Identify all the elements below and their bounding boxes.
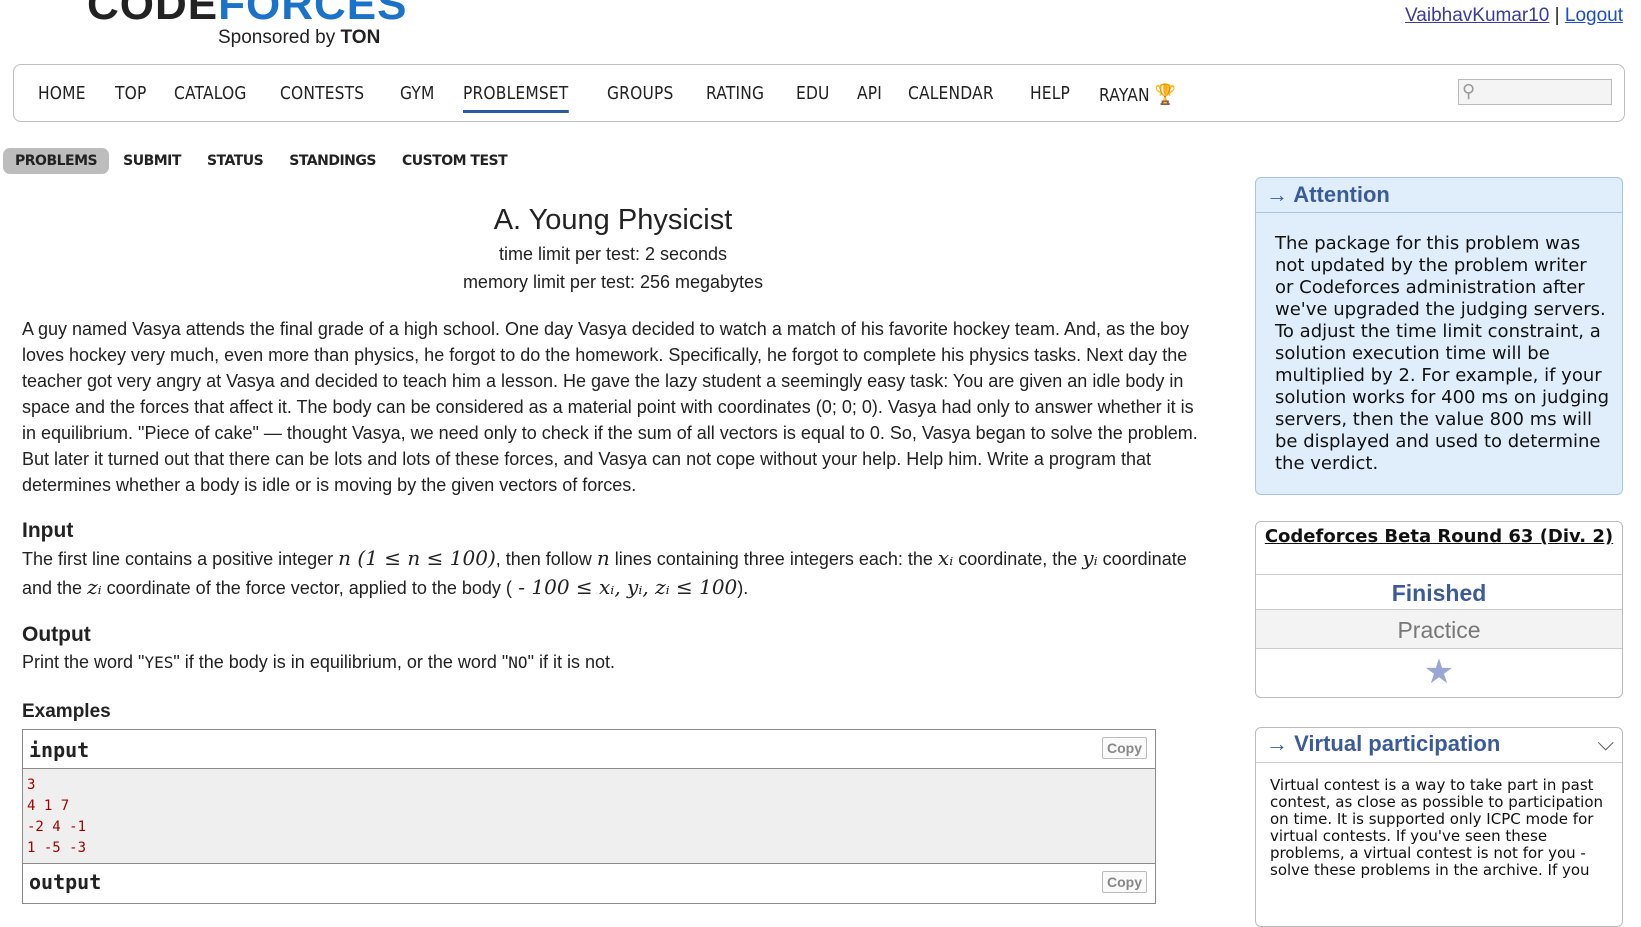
codeforces-logo[interactable]: CODEFORCES Sponsored by TON [18, 0, 406, 49]
search-icon: ⚲ [1462, 81, 1476, 101]
tab-custom-test[interactable]: CUSTOM TEST [390, 148, 519, 174]
menu-item-top[interactable]: TOP [115, 82, 146, 113]
user-links: VaibhavKumar10 | Logout [1405, 5, 1623, 27]
output-yes: YES [144, 653, 174, 672]
virtual-participation-title: → Virtual participation [1266, 731, 1501, 756]
menu-item-calendar[interactable]: CALENDAR [908, 82, 994, 113]
input-text-1: The first line contains a positive integ… [22, 549, 339, 569]
sample-input-label: input [29, 738, 90, 762]
problem-legend: A guy named Vasya attends the final grad… [22, 319, 1198, 495]
round-name-link[interactable]: Codeforces Beta Round 63 (Div. 2) [1256, 522, 1622, 547]
input-specification: The first line contains a positive integ… [22, 544, 1204, 602]
output-text-3: " if it is not. [527, 652, 615, 672]
favourite-star-icon[interactable]: ★ [1424, 653, 1454, 691]
attention-text: The package for this problem was not upd… [1275, 233, 1610, 474]
input-math-2: n [596, 546, 610, 570]
input-text-6: coordinate of the force vector, applied … [101, 578, 512, 598]
menu-item-gym[interactable]: GYM [400, 82, 435, 113]
sample-output-block: output Copy [22, 864, 1156, 904]
sponsor-line: Sponsored by TON [218, 27, 380, 49]
input-text-3: lines containing three integers each: th… [609, 549, 938, 569]
menu-item-catalog[interactable]: CATALOG [174, 82, 247, 113]
logo-word-forces: FORCES [218, 0, 408, 29]
time-limit: time limit per test: 2 seconds [498, 244, 728, 264]
output-specification: Print the word "YES" if the body is in e… [22, 648, 1204, 677]
tab-problems[interactable]: PROBLEMS [3, 148, 110, 174]
tab-standings[interactable]: STANDINGS [277, 148, 388, 174]
menu-item-rating[interactable]: RATING [706, 82, 764, 113]
problemset-submenu: PROBLEMS SUBMIT STATUS STANDINGS CUSTOM … [3, 148, 521, 174]
copy-output-button[interactable]: Copy [1102, 871, 1147, 893]
tab-status[interactable]: STATUS [195, 148, 275, 174]
sample-input-text[interactable]: 3 4 1 7 -2 4 -1 1 -5 -3 [23, 769, 1155, 863]
sponsor-name: TON [340, 27, 381, 48]
virtual-participation-box: → Virtual participation ⌵ Virtual contes… [1255, 727, 1623, 927]
virtual-participation-text: Virtual contest is a way to take part in… [1270, 776, 1604, 879]
menu-item-groups[interactable]: GROUPS [607, 82, 673, 113]
chevron-down-icon[interactable]: ⌵ [1597, 730, 1614, 756]
input-math-1: n (1 ≤ n ≤ 100) [338, 546, 496, 570]
tab-submit[interactable]: SUBMIT [111, 148, 193, 174]
sample-output-label: output [29, 870, 102, 894]
username-link[interactable]: VaibhavKumar10 [1405, 5, 1549, 26]
round-status: Finished [1256, 575, 1622, 610]
menu-item-rayan-label: RAYAN [1098, 85, 1150, 106]
main-menu: HOME TOP CATALOG CONTESTS GYM PROBLEMSET… [13, 64, 1625, 122]
problem-title: A. Young Physicist [493, 204, 733, 236]
attention-title: → Attention [1266, 182, 1390, 207]
input-section-title: Input [22, 519, 74, 542]
examples-title: Examples [22, 701, 111, 722]
input-text-2: , then follow [495, 549, 597, 569]
input-text-4: coordinate, the [953, 549, 1083, 569]
output-no: NO [508, 653, 528, 672]
menu-item-rayan[interactable]: RAYAN 🏆 [1099, 82, 1176, 113]
sample-input-block: input Copy 3 4 1 7 -2 4 -1 1 -5 -3 [22, 729, 1156, 864]
attention-box: → Attention The package for this problem… [1255, 177, 1623, 495]
logo-wordmark: CODEFORCES [87, 0, 407, 28]
input-text-7: ). [737, 578, 749, 598]
input-math-3: xᵢ [937, 546, 954, 570]
contest-round-box: Codeforces Beta Round 63 (Div. 2) Finish… [1255, 521, 1623, 698]
menu-item-api[interactable]: API [857, 82, 882, 113]
problem-statement: A. Young Physicist time limit per test: … [22, 200, 1204, 904]
input-math-6: - 100 ≤ xᵢ, yᵢ, zᵢ ≤ 100 [511, 575, 738, 599]
menu-item-edu[interactable]: EDU [796, 82, 830, 113]
copy-input-button[interactable]: Copy [1102, 737, 1147, 759]
menu-item-help[interactable]: HELP [1030, 82, 1070, 113]
menu-item-contests[interactable]: CONTESTS [280, 82, 364, 113]
logout-link[interactable]: Logout [1565, 5, 1623, 26]
menu-item-problemset[interactable]: PROBLEMSET [462, 82, 569, 113]
memory-limit: memory limit per test: 256 megabytes [462, 272, 764, 292]
output-section-title: Output [22, 623, 91, 646]
output-text-1: Print the word " [22, 652, 145, 672]
output-text-2: " if the body is in equilibrium, or the … [173, 652, 509, 672]
logo-word-code: CODE [87, 0, 219, 29]
input-math-4: yᵢ [1082, 546, 1098, 570]
menu-item-home[interactable]: HOME [38, 82, 86, 113]
search-input[interactable]: ⚲ [1458, 79, 1612, 105]
trophy-icon: 🏆 [1154, 82, 1176, 106]
user-link-separator: | [1554, 5, 1560, 26]
input-math-5: zᵢ [87, 575, 102, 599]
sponsor-prefix: Sponsored by [218, 27, 336, 48]
round-mode: Practice [1256, 610, 1622, 649]
